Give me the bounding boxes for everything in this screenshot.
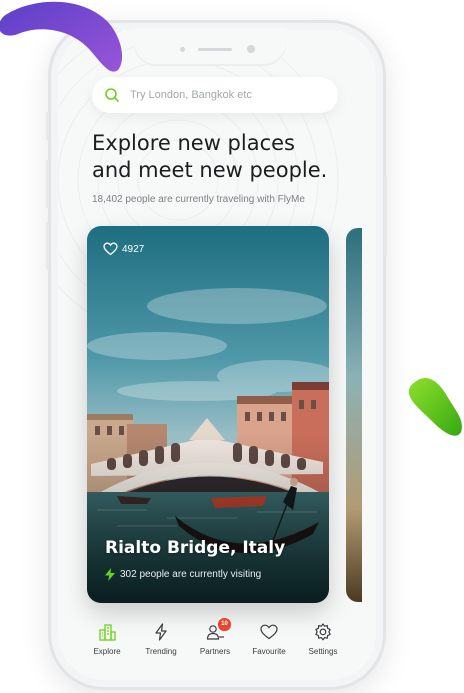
nav-item-explore[interactable]: Explore [80,622,134,664]
nav-item-trending[interactable]: Trending [134,622,188,664]
phone-side-button [46,160,49,208]
search-icon [105,88,119,102]
nav-label: Trending [145,647,177,656]
heart-icon [103,242,118,256]
gear-icon [315,623,331,641]
proximity-sensor [180,47,185,52]
destination-card[interactable]: 4927 Rialto Bridge, Italy 302 people are… [87,226,329,603]
like-counter[interactable]: 4927 [103,242,144,256]
front-camera [247,45,255,53]
green-blob-decoration [408,377,462,436]
bolt-icon [155,623,167,641]
next-destination-card[interactable] [346,228,362,602]
earpiece-speaker [198,48,232,51]
phone-power-button [384,176,387,256]
nav-item-partners[interactable]: 10 Partners [188,617,242,664]
page-title-line: Explore new places [92,131,295,155]
destination-title: Rialto Bridge, Italy [105,538,286,558]
page-title: Explore new places and meet new people. [92,130,342,184]
visitors-count: 302 people are currently visiting [120,569,262,580]
phone-side-button [46,112,49,140]
bottom-navigation: Explore Trending 10 Partners Favourite S… [80,617,350,664]
next-destination-photo [346,228,362,602]
nav-label: Favourite [252,647,286,656]
visitors-info: 302 people are currently visiting [105,568,261,581]
heart-icon [260,624,278,640]
buildings-icon [99,624,116,641]
nav-item-favourite[interactable]: Favourite [242,622,296,664]
search-bar[interactable] [92,77,338,113]
nav-label: Explore [93,647,121,656]
search-input[interactable] [128,88,332,102]
purple-blob-decoration [0,1,123,72]
nav-item-settings[interactable]: Settings [296,622,350,664]
partners-icon-wrapper: 10 [205,617,232,642]
nav-label: Partners [199,647,231,656]
like-count: 4927 [122,243,145,255]
app-canvas: Explore new places and meet new people. … [0,0,464,693]
nav-label: Settings [308,647,338,656]
page-title-line: and meet new people. [92,158,328,182]
travelers-count-text: 18,402 people are currently traveling wi… [92,194,305,205]
phone-side-button [46,222,49,270]
phone-notch [134,28,286,66]
notification-badge: 10 [217,617,232,632]
bolt-icon [105,568,115,581]
